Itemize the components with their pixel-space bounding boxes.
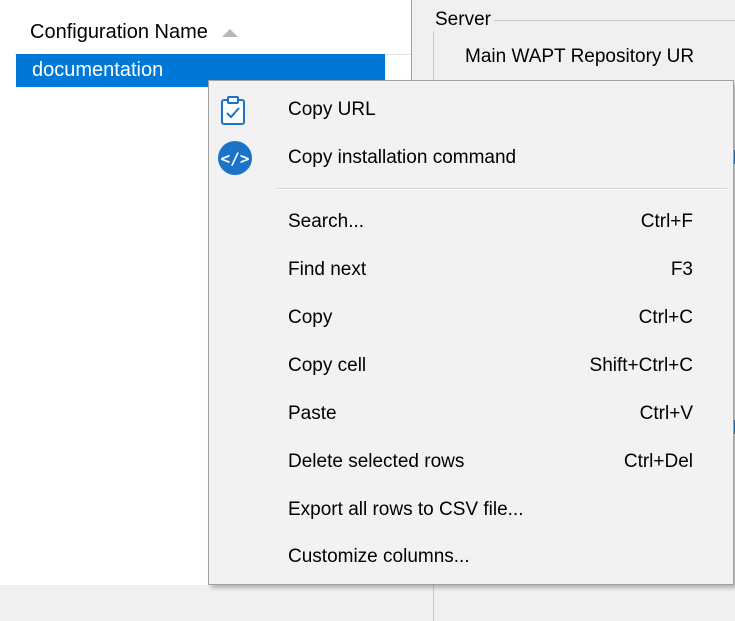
- menu-item-label: Copy installation command: [288, 147, 517, 168]
- code-icon: </>: [218, 141, 252, 175]
- menu-item-export-csv[interactable]: Export all rows to CSV file...: [211, 489, 731, 531]
- menu-item-shortcut: Ctrl+Del: [623, 451, 693, 472]
- menu-item-label: Copy: [288, 307, 333, 328]
- menu-item-label: Copy cell: [288, 355, 367, 376]
- menu-item-shortcut: Ctrl+F: [640, 211, 693, 232]
- menu-item-label: Find next: [288, 259, 367, 280]
- clipboard-check-icon: [221, 96, 245, 125]
- menu-item-label: Export all rows to CSV file...: [288, 499, 524, 520]
- menu-item-shortcut: Ctrl+V: [639, 403, 693, 424]
- menu-item-search[interactable]: Search... Ctrl+F: [211, 201, 731, 243]
- column-header-configuration-name[interactable]: Configuration Name: [14, 10, 411, 55]
- menu-item-shortcut: Shift+Ctrl+C: [589, 355, 693, 376]
- server-group-title: Server: [432, 9, 494, 31]
- menu-item-copy-url[interactable]: Copy URL: [211, 89, 731, 131]
- menu-item-shortcut: Ctrl+C: [638, 307, 693, 328]
- menu-separator: [277, 188, 727, 190]
- menu-item-copy[interactable]: Copy Ctrl+C: [211, 297, 731, 339]
- configuration-name-cell: documentation: [32, 59, 164, 81]
- menu-item-copy-installation-command[interactable]: </> Copy installation command: [211, 137, 731, 179]
- menu-item-label: Search...: [288, 211, 365, 232]
- menu-item-label: Customize columns...: [288, 546, 470, 567]
- menu-item-copy-cell[interactable]: Copy cell Shift+Ctrl+C: [211, 345, 731, 387]
- menu-item-shortcut: F3: [670, 259, 693, 280]
- menu-item-label: Paste: [288, 403, 337, 424]
- main-repo-url-label: Main WAPT Repository UR: [465, 46, 695, 67]
- menu-item-find-next[interactable]: Find next F3: [211, 249, 731, 291]
- menu-item-delete-selected-rows[interactable]: Delete selected rows Ctrl+Del: [211, 441, 731, 483]
- menu-item-customize-columns[interactable]: Customize columns...: [211, 536, 731, 578]
- sort-ascending-icon: [221, 29, 238, 37]
- column-header-label: Configuration Name: [30, 20, 208, 43]
- context-menu: Copy URL </> Copy installation command S…: [208, 80, 734, 585]
- menu-item-label: Delete selected rows: [288, 451, 465, 472]
- menu-item-paste[interactable]: Paste Ctrl+V: [211, 393, 731, 435]
- menu-item-label: Copy URL: [288, 99, 376, 120]
